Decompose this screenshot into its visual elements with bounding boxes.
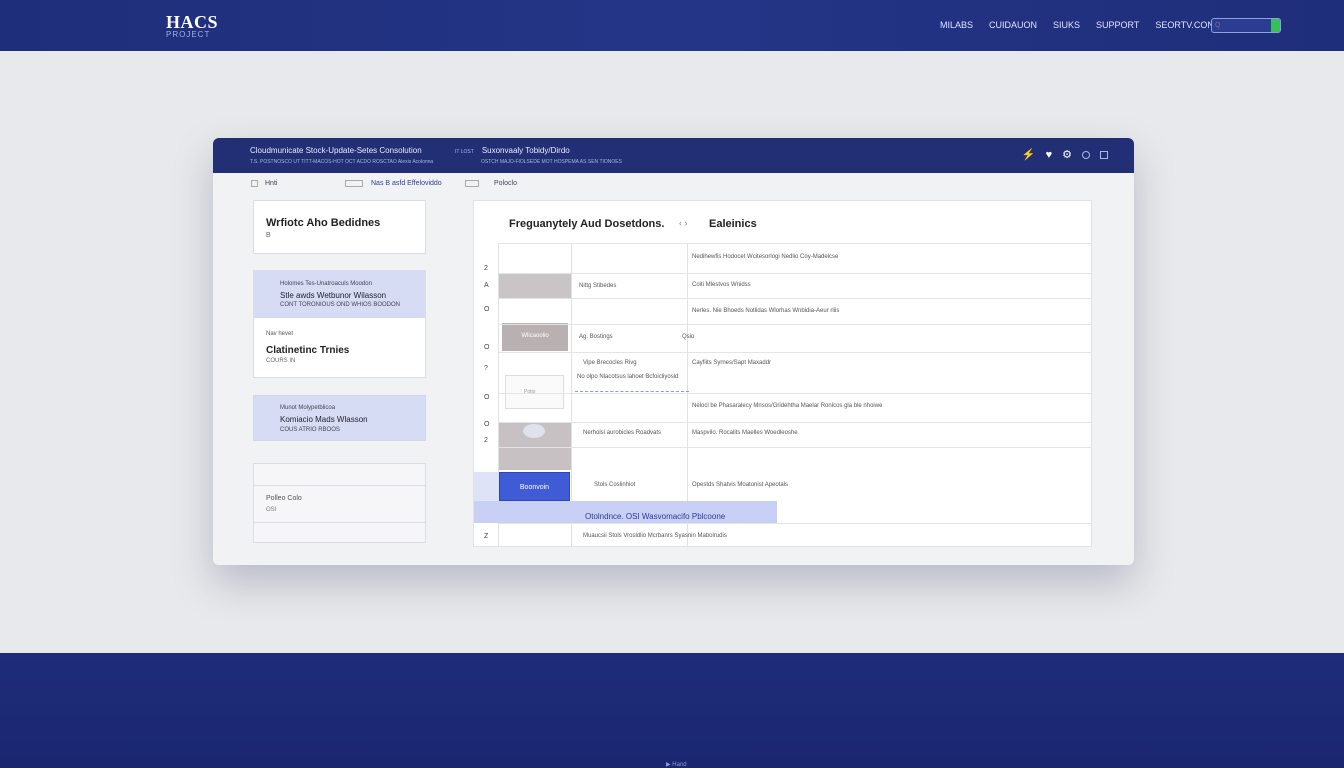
row-cell-1: Nerholsi aurobicles Roadvats (583, 430, 662, 436)
table-row[interactable]: O Nerles. Nie Bhoeds Notlidas Wlorhas Wn… (484, 298, 1092, 324)
row-number: 2 (484, 265, 488, 272)
faq-table: Freguanytely Aud Dosetdons. ‹ › Ealeinic… (473, 200, 1092, 547)
circle-icon[interactable] (1082, 151, 1090, 159)
table-row[interactable]: O Ag. Bostings Qsio (484, 324, 1092, 352)
table-row[interactable] (499, 447, 1092, 472)
selected-row-text: Otolndnce. OSI Wasvomacifo Pblcoone (585, 512, 726, 521)
logo[interactable]: HACS PROJECT (166, 12, 219, 39)
window-controls: ⚡ ♥ ⚙ (1012, 148, 1108, 162)
panel3-line1: Munot Molypetblicoa (280, 405, 336, 411)
row-number: O (484, 394, 490, 401)
table-row[interactable]: A Nittg Stibedes Coiti Mlestvos Wnidss (484, 273, 1092, 298)
panel4-line1: Polleo Colo (266, 495, 302, 502)
table-row[interactable]: O Nerholsi aurobicles Roadvats Maspvilo.… (484, 421, 1092, 447)
pin-icon[interactable]: ⚡ (1022, 148, 1036, 162)
row-number: O (484, 344, 490, 351)
panel2-line4: Nav hevet (266, 331, 294, 337)
nav-item-2[interactable]: CUIDAUON (989, 20, 1037, 30)
faq-title: Freguanytely Aud Dosetdons. (509, 218, 665, 230)
row-note: No olpo Nlacotsus lahoet Bcfoicliyosld (577, 374, 679, 380)
row-cell-1: Vipe Brecocles Rivg (583, 360, 637, 366)
toolbar-item-1[interactable]: Hnti (265, 180, 277, 187)
toolbar: Hnti Nas B asfd Effeloviddo Poloclo (213, 173, 1134, 195)
toolbar-item-3[interactable]: Poloclo (494, 180, 517, 187)
nav-item-1[interactable]: MILABS (940, 20, 973, 30)
heart-icon[interactable]: ♥ (1046, 148, 1053, 162)
panel2-line6: COURS IN (266, 358, 296, 364)
dashed-connector (575, 391, 689, 392)
row-cell-2: Nelocl be Phasaralecy Mnsos/Gridehtha Ma… (692, 403, 883, 409)
row-cell-2: Nedihewfis Hodocet Wcitesorlogi Nedlio C… (692, 254, 839, 260)
top-search (1211, 18, 1281, 33)
table-row[interactable]: 2 Nedihewfis Hodocet Wcitesorlogi Nedlio… (484, 243, 1092, 273)
row-number: 2 (484, 437, 488, 444)
selected-row[interactable]: Otolndnce. OSI Wasvomacifo Pblcoone (474, 501, 777, 523)
panel1-title: Wrfiotc Aho Bedidnes (266, 217, 381, 229)
row-cell-2: Qsio (682, 334, 695, 340)
row-number: O (484, 421, 490, 428)
row-cell-1: Nittg Stibedes (579, 283, 617, 289)
panel4-line2: OSI (266, 507, 277, 513)
app-window: Cloudmunicate Stock-Update-Setes Consolu… (213, 138, 1134, 565)
row-cell-1: Stols Coslinhiot (594, 482, 636, 488)
panel1-sub: B (266, 232, 271, 239)
window-title: Cloudmunicate Stock-Update-Setes Consolu… (250, 146, 422, 155)
nav-item-3[interactable]: SIUKS (1053, 20, 1080, 30)
top-nav: MILABS CUIDAUON SIUKS SUPPORT SEORTV.CON (940, 20, 1230, 30)
path-text[interactable]: Suxonvaaly Tobidy/Dirdo (482, 146, 570, 155)
window-path-sub: OSTCH MAJO-FIOLSEDE MOT HOSPEMA AS SEN T… (481, 159, 622, 165)
panel2-line1: Holomes Tes-Unatroaculs Moodon (280, 281, 372, 287)
toolbar-field2-icon[interactable] (465, 180, 479, 187)
settings-icon[interactable]: ⚙ (1062, 148, 1072, 162)
panel2-line2: Stle awds Wetbunor Wilasson (280, 291, 387, 300)
row-number: O (484, 306, 490, 313)
footer-mark: ▶ Hand (666, 762, 687, 768)
row-number: ? (484, 365, 488, 372)
row-cell-1: Muaucsii Stols Vrosldlio Mcrbanrs Syasni… (583, 533, 727, 539)
toolbar-item-2[interactable]: Nas B asfd Effeloviddo (371, 180, 442, 187)
table-row[interactable]: O Nelocl be Phasaralecy Mnsos/Gridehtha … (484, 393, 1092, 422)
row-number: A (484, 282, 489, 289)
faq-nav-arrows[interactable]: ‹ › (679, 218, 688, 228)
row-number: Z (484, 533, 489, 540)
panel3-line3: COUS ATRIO RBOOS (280, 427, 340, 433)
divider (254, 522, 425, 523)
search-input[interactable] (1215, 20, 1271, 31)
panel-card-4[interactable]: Polleo Colo OSI (253, 463, 426, 543)
nav-item-5[interactable]: SEORTV.CON (1155, 20, 1214, 30)
panel-card-3[interactable]: Munot Molypetblicoa Komiacio Mads Wlasso… (253, 395, 426, 441)
top-header: HACS PROJECT MILABS CUIDAUON SIUKS SUPPO… (0, 0, 1344, 51)
table-row[interactable]: Z Muaucsii Stols Vrosldlio Mcrbanrs Syas… (484, 523, 1092, 547)
panel2-title: Clatinetinc Trnies (266, 345, 350, 356)
footer-band: ▶ Hand (0, 653, 1344, 768)
panel-card-1[interactable]: Wrfiotc Aho Bedidnes B (253, 200, 426, 254)
row-cell-2: Maspvilo. Rocalits Maelles Woedleoshe (692, 430, 798, 436)
row-cell-2: Coiti Mlestvos Wnidss (692, 282, 751, 288)
nav-item-4[interactable]: SUPPORT (1096, 20, 1139, 30)
row-cell-1: Ag. Bostings (579, 334, 613, 340)
maximize-icon[interactable] (1100, 151, 1108, 159)
panel3-line2: Komiacio Mads Wlasson (280, 415, 368, 424)
path-prefix: IT LOST (455, 149, 474, 155)
divider (254, 485, 425, 486)
window-path: IT LOST Suxonvaaly Tobidy/Dirdo (455, 146, 570, 155)
toolbar-field-icon[interactable] (345, 180, 363, 187)
checkbox-icon[interactable] (251, 180, 258, 187)
logo-text: HACS (166, 12, 219, 32)
faq-tab[interactable]: Ealeinics (709, 218, 757, 230)
row-cell-2: Cayfiits Syrnes/Sapt Maxaddr (692, 360, 772, 366)
table-row[interactable]: Stols Coslinhiot Opestds Shatvis Moatoni… (499, 472, 1092, 501)
table-row[interactable]: ? Vipe Brecocles Rivg Cayfiits Syrnes/Sa… (484, 352, 1092, 393)
window-titlebar: Cloudmunicate Stock-Update-Setes Consolu… (213, 138, 1134, 173)
panel-card-2[interactable]: Holomes Tes-Unatroaculs Moodon Stle awds… (253, 270, 426, 378)
logo-subtext: PROJECT (166, 30, 211, 39)
search-go-button[interactable] (1271, 19, 1280, 32)
row-cell-2: Opestds Shatvis Moatonist Apeotals (692, 482, 789, 488)
panel2-line3: CONT TORONIOUS OND WHIOS BOODON (280, 302, 401, 308)
row-cell-2: Nerles. Nie Bhoeds Notlidas Wlorhas Wnbi… (692, 308, 840, 314)
window-subtitle: T.S. POSTNOSCO UT TITT-MACOS-HOT OCT ACD… (250, 159, 434, 165)
